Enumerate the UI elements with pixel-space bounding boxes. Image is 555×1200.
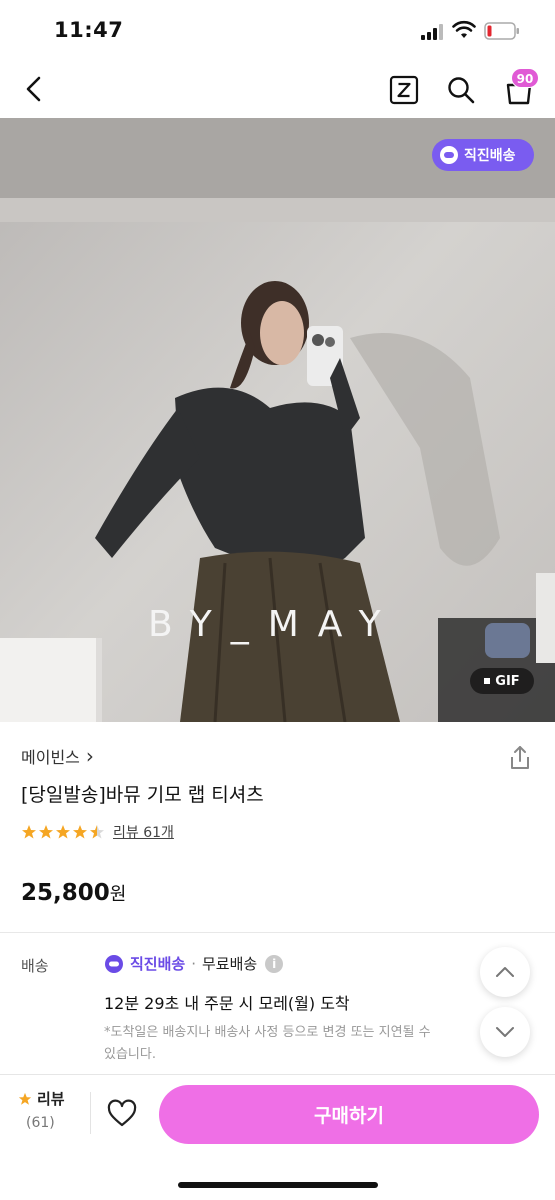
delivery-logo-icon [105,954,123,973]
shipping-brand: 직진배송 [130,955,186,973]
shipping-method-row: 직진배송 · 무료배송 i [104,953,284,974]
gif-badge[interactable]: GIF [470,668,534,694]
back-icon[interactable] [20,74,50,104]
vertical-divider [90,1092,91,1134]
delivery-logo-icon [440,146,458,164]
status-bar: 11:47 [0,0,555,60]
star-icon [73,825,87,839]
battery-icon [484,22,519,40]
review-summary-button[interactable]: 리뷰 (61) [18,1088,78,1131]
buy-button[interactable]: 구매하기 [159,1085,539,1144]
product-title: [당일발송]바뮤 기모 랩 티셔츠 [21,784,264,806]
cart-count-badge: 90 [511,68,539,88]
rating-row: 리뷰 61개 [21,822,174,842]
price-value: 25,800 [21,880,110,906]
nav-bar: 90 [0,60,555,118]
review-summary-label: 리뷰 [37,1090,65,1108]
status-time: 11:47 [54,18,124,42]
search-icon[interactable] [446,75,476,105]
star-rating [21,824,105,840]
divider [0,932,555,933]
brand-link[interactable]: 메이빈스 › [21,744,94,768]
review-count-link[interactable]: 리뷰 61개 [113,822,174,842]
star-icon [22,825,36,839]
chevron-up-icon [496,967,514,977]
star-icon [39,825,53,839]
direct-delivery-badge: 직진배송 [432,139,534,171]
stop-icon [484,678,491,684]
price: 25,800원 [21,880,126,906]
star-icon [18,1092,32,1105]
scroll-up-button[interactable] [480,947,530,997]
signal-icon [421,24,443,40]
brand-watermark: BY_MAY [148,604,400,645]
delivery-note: *도착일은 배송지나 배송사 사정 등으로 변경 또는 지연될 수 있습니다. [104,1025,431,1062]
zigzag-z-icon[interactable] [389,75,419,105]
share-icon[interactable] [506,744,534,772]
chevron-right-icon: › [85,744,94,768]
scroll-down-button[interactable] [480,1007,530,1057]
chevron-down-icon [496,1027,514,1037]
review-summary-top: 리뷰 [18,1088,78,1109]
brand-name: 메이빈스 [21,748,80,767]
star-icon [56,825,70,839]
shipping-type: 무료배송 [201,955,258,973]
delivery-eta: 12분 29초 내 주문 시 모레(월) 도착 [104,994,350,1013]
separator-dot: · [191,954,196,973]
shipping-label: 배송 [21,957,49,975]
home-indicator [178,1182,378,1188]
info-icon[interactable]: i [265,954,284,973]
star-half-icon [90,825,104,839]
price-unit: 원 [109,884,127,905]
wifi-icon [452,20,476,38]
direct-delivery-badge-label: 직진배송 [464,148,516,164]
gif-label: GIF [495,673,520,689]
review-summary-count: (61) [26,1115,55,1131]
heart-icon[interactable] [106,1098,138,1130]
